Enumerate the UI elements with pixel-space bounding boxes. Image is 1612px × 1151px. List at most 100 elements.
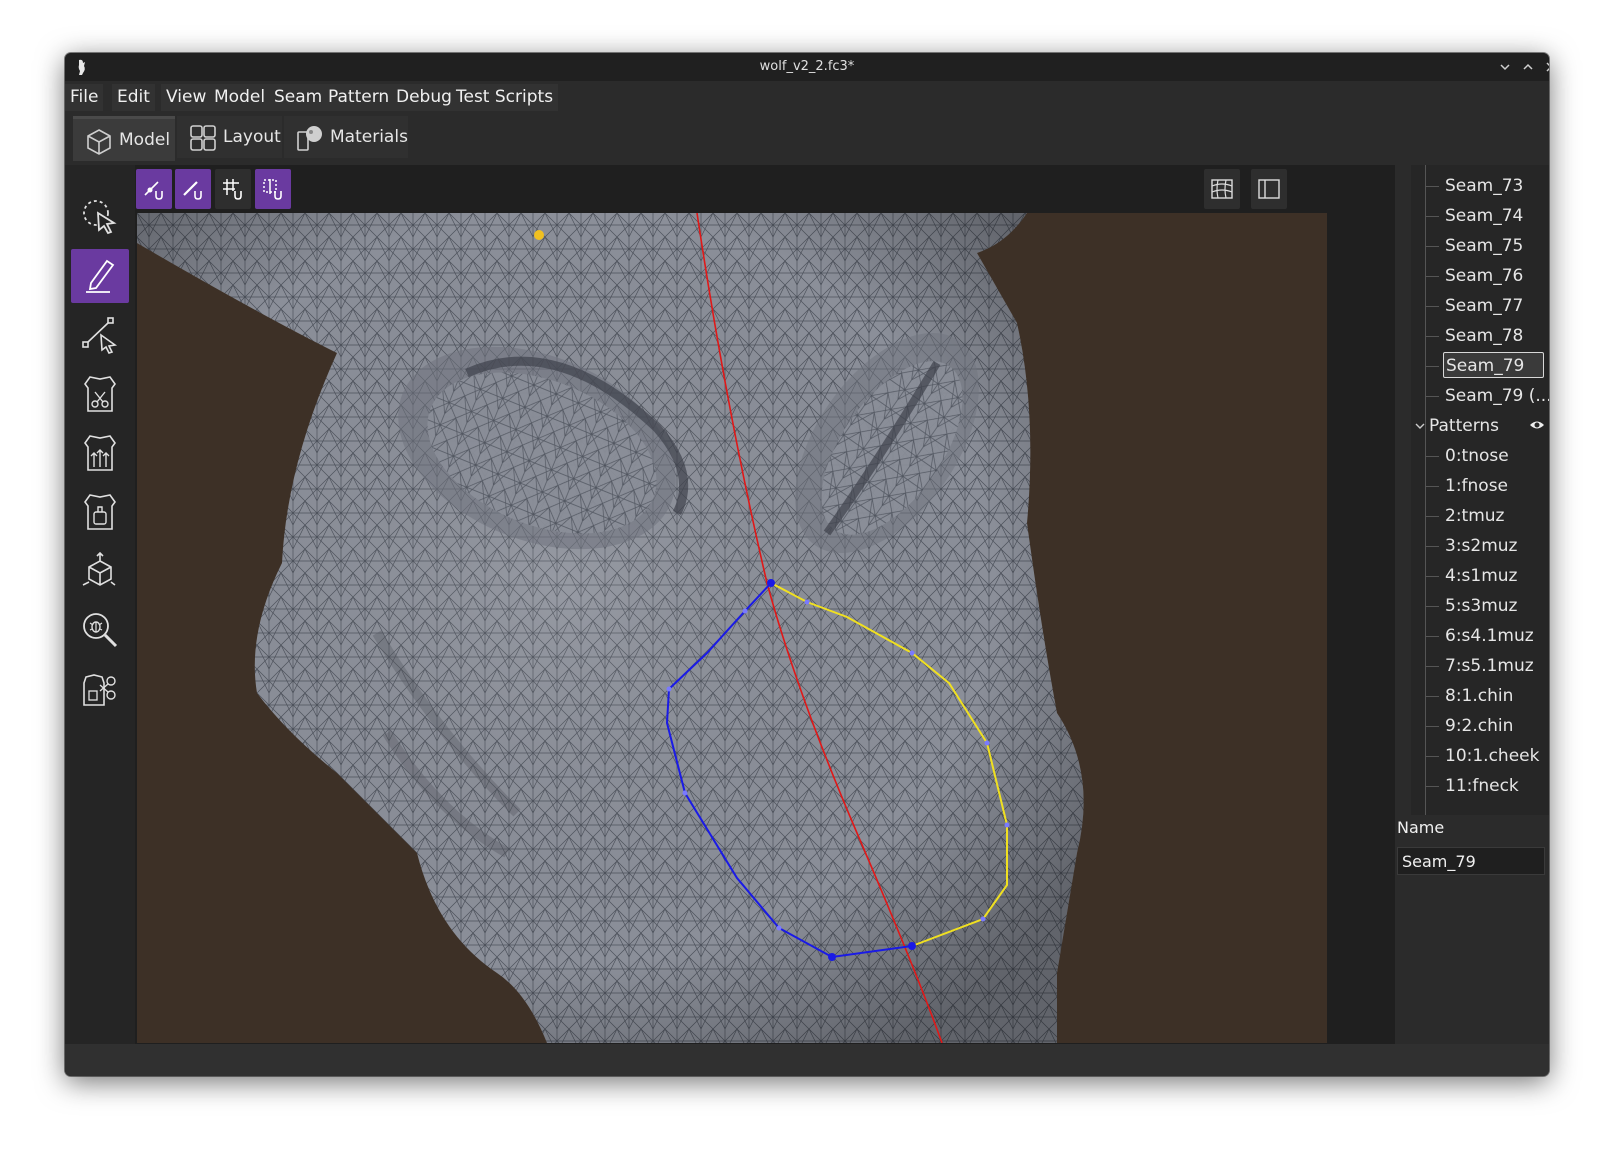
tree-item-pattern-4[interactable]: 4:s1muz	[1411, 561, 1549, 591]
pattern-piece-tool[interactable]	[71, 485, 129, 539]
menu-bar: File Edit View Model Seam Pattern Debug …	[65, 81, 1549, 113]
draw-seam-tool[interactable]	[71, 249, 129, 303]
pencil-icon	[86, 259, 115, 293]
transform-tool[interactable]	[71, 544, 129, 598]
materials-icon	[297, 126, 322, 151]
pattern-piece-icon	[84, 494, 116, 530]
pattern-arrows-tool[interactable]	[71, 426, 129, 480]
tree-item-label: 7:s5.1muz	[1445, 656, 1534, 676]
tree-item-pattern-8[interactable]: 8:1.chin	[1411, 681, 1549, 711]
menu-model[interactable]: Model	[209, 84, 271, 111]
tree-item-pattern-5[interactable]: 5:s3muz	[1411, 591, 1549, 621]
tree-item-label: 8:1.chin	[1445, 686, 1514, 706]
panel-toggle-icon	[1258, 179, 1280, 199]
tree-item-pattern-10[interactable]: 10:1.cheek	[1411, 741, 1549, 771]
close-icon[interactable]	[1544, 60, 1549, 74]
tree-item-pattern-2[interactable]: 2:tmuz	[1411, 501, 1549, 531]
maximize-icon[interactable]	[1521, 60, 1535, 74]
tree-item-seam-78[interactable]: Seam_78	[1411, 321, 1549, 351]
wolf-head-mesh	[137, 213, 1084, 1043]
tree-item-label: 6:s4.1muz	[1445, 626, 1534, 646]
tree-item-label: Seam_74	[1445, 206, 1524, 226]
tree-item-seam-79-copy[interactable]: Seam_79 (...	[1411, 381, 1549, 411]
pattern-scissors-icon	[84, 376, 116, 412]
tree-item-seam-74[interactable]: Seam_74	[1411, 201, 1549, 231]
scene-tree: Seam_73 Seam_74 Seam_75 Seam_76 Seam_77	[1411, 165, 1549, 815]
snap-grid-button[interactable]	[215, 169, 251, 209]
chevron-down-icon[interactable]	[1415, 421, 1425, 431]
menu-file[interactable]: File	[65, 84, 104, 111]
grid-layout-icon	[190, 125, 216, 151]
tab-layout-label: Layout	[223, 127, 281, 147]
select-tool[interactable]	[71, 190, 129, 244]
tree-item-pattern-1[interactable]: 1:fnose	[1411, 471, 1549, 501]
eye-visible-icon[interactable]	[1529, 419, 1545, 431]
tree-item-pattern-11[interactable]: 11:fneck	[1411, 771, 1549, 801]
tree-group-patterns[interactable]: Patterns	[1411, 411, 1549, 441]
tree-item-label: Seam_76	[1445, 266, 1524, 286]
cut-pattern-tool[interactable]	[71, 367, 129, 421]
tab-materials[interactable]: Materials	[284, 116, 408, 158]
tree-item-seam-75[interactable]: Seam_75	[1411, 231, 1549, 261]
cube-icon	[87, 129, 111, 155]
tree-group-label: Patterns	[1429, 416, 1500, 436]
menu-seam[interactable]: Seam	[269, 84, 328, 111]
menu-view[interactable]: View	[161, 84, 212, 111]
tree-item-label: Seam_79 (...	[1445, 386, 1549, 406]
tree-item-seam-76[interactable]: Seam_76	[1411, 261, 1549, 291]
tree-item-pattern-0[interactable]: 0:tnose	[1411, 441, 1549, 471]
tree-item-seam-77[interactable]: Seam_77	[1411, 291, 1549, 321]
mesh-view-button[interactable]	[1204, 169, 1240, 209]
snap-bounds-button[interactable]	[255, 169, 291, 209]
snap-vertex-button[interactable]	[136, 169, 172, 209]
transform-cube-icon	[82, 551, 116, 586]
tree-item-label: 5:s3muz	[1445, 596, 1518, 616]
mesh-view-icon	[1211, 179, 1233, 199]
tree-item-label: 0:tnose	[1445, 446, 1509, 466]
tab-model-label: Model	[119, 130, 171, 150]
path-cursor-icon	[82, 317, 118, 354]
panel-toggle-button[interactable]	[1251, 169, 1287, 209]
name-label: Name	[1397, 818, 1445, 837]
menu-edit[interactable]: Edit	[112, 84, 155, 111]
cut-pieces-tool[interactable]	[71, 662, 129, 716]
tree-item-pattern-9[interactable]: 9:2.chin	[1411, 711, 1549, 741]
minimize-icon[interactable]	[1498, 60, 1512, 74]
tree-item-label-selected: Seam_79	[1443, 352, 1544, 378]
tree-item-label: 10:1.cheek	[1445, 746, 1540, 766]
left-tool-palette	[65, 165, 135, 1076]
menu-pattern[interactable]: Pattern	[323, 84, 395, 111]
tree-item-label: 11:fneck	[1445, 776, 1519, 796]
snap-edge-button[interactable]	[175, 169, 211, 209]
tree-item-pattern-3[interactable]: 3:s2muz	[1411, 531, 1549, 561]
tree-item-label: Seam_78	[1445, 326, 1524, 346]
viewport-panel	[135, 165, 1395, 1076]
tree-item-seam-73[interactable]: Seam_73	[1411, 171, 1549, 201]
pattern-arrows-icon	[84, 435, 116, 471]
magnify-bug-icon	[83, 613, 118, 648]
snap-bounds-icon	[263, 179, 282, 200]
lasso-cursor-icon	[83, 200, 117, 235]
title-bar: wolf_v2_2.fc3*	[65, 53, 1549, 81]
menu-test-scripts[interactable]: Test Scripts	[451, 84, 559, 111]
app-window: wolf_v2_2.fc3* File Edit View Model Seam…	[65, 53, 1549, 1076]
name-field[interactable]	[1397, 847, 1545, 875]
viewport-toolbar	[135, 165, 1395, 213]
tree-item-label: 9:2.chin	[1445, 716, 1514, 736]
menu-debug[interactable]: Debug	[391, 84, 457, 111]
window-title: wolf_v2_2.fc3*	[759, 59, 855, 74]
tab-layout[interactable]: Layout	[177, 116, 282, 158]
tree-item-label: 1:fnose	[1445, 476, 1509, 496]
edit-path-tool[interactable]	[71, 308, 129, 362]
3d-viewport[interactable]	[137, 213, 1327, 1043]
tab-materials-label: Materials	[330, 127, 408, 147]
workspace-tabs: Model Layout Materials	[65, 113, 1549, 165]
tree-item-pattern-6[interactable]: 6:s4.1muz	[1411, 621, 1549, 651]
tab-model[interactable]: Model	[73, 116, 175, 161]
tree-item-pattern-7[interactable]: 7:s5.1muz	[1411, 651, 1549, 681]
inspect-tool[interactable]	[71, 603, 129, 657]
tree-item-label: 4:s1muz	[1445, 566, 1518, 586]
snap-grid-icon	[223, 179, 242, 200]
tree-item-seam-79[interactable]: Seam_79	[1411, 351, 1549, 381]
tree-item-label: 3:s2muz	[1445, 536, 1518, 556]
